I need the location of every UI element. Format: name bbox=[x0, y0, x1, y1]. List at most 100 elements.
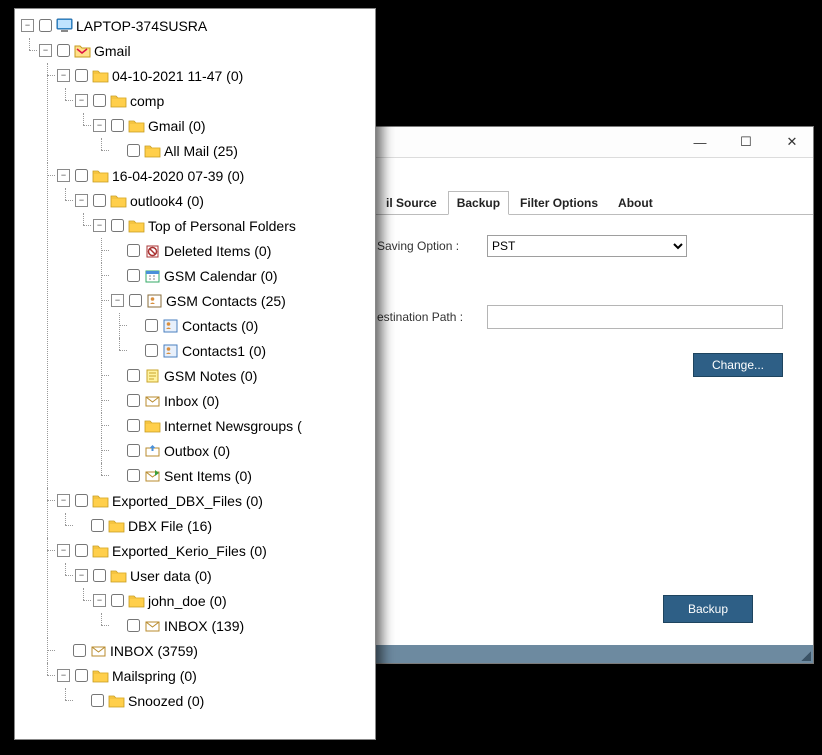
expand-toggle[interactable]: − bbox=[57, 494, 70, 507]
node-checkbox[interactable] bbox=[73, 644, 86, 657]
node-label: john_doe (0) bbox=[148, 593, 227, 609]
maximize-button[interactable]: ☐ bbox=[731, 134, 761, 150]
tab-backup[interactable]: Backup bbox=[448, 191, 509, 215]
tree-row[interactable]: All Mail (25) bbox=[111, 138, 373, 163]
node-checkbox[interactable] bbox=[111, 594, 124, 607]
expand-toggle[interactable]: − bbox=[75, 94, 88, 107]
tree-row[interactable]: −16-04-2020 07-39 (0) bbox=[57, 163, 373, 188]
inbox-icon bbox=[144, 618, 161, 633]
tree-node: −04-10-2021 11-47 (0)−comp−Gmail (0)All … bbox=[57, 63, 373, 163]
tree-node: INBOX (3759) bbox=[57, 638, 373, 663]
outbox-icon bbox=[144, 443, 161, 458]
tree-row[interactable]: −Exported_DBX_Files (0) bbox=[57, 488, 373, 513]
tree-row[interactable]: −Top of Personal Folders bbox=[93, 213, 373, 238]
tree-row[interactable]: − Gmail (0) bbox=[93, 113, 373, 138]
node-checkbox[interactable] bbox=[39, 19, 52, 32]
tree-node: Outbox (0) bbox=[111, 438, 373, 463]
expand-toggle[interactable]: − bbox=[57, 669, 70, 682]
node-checkbox[interactable] bbox=[127, 394, 140, 407]
node-label: GSM Calendar (0) bbox=[164, 268, 278, 284]
expand-toggle[interactable]: − bbox=[39, 44, 52, 57]
tree-node: INBOX (139) bbox=[111, 613, 373, 638]
expand-toggle[interactable]: − bbox=[57, 69, 70, 82]
tree-row[interactable]: −Gmail bbox=[39, 38, 373, 63]
node-checkbox[interactable] bbox=[127, 444, 140, 457]
node-checkbox[interactable] bbox=[75, 69, 88, 82]
node-checkbox[interactable] bbox=[127, 419, 140, 432]
tree-row[interactable]: INBOX (139) bbox=[111, 613, 373, 638]
node-checkbox[interactable] bbox=[127, 369, 140, 382]
node-checkbox[interactable] bbox=[75, 544, 88, 557]
resize-grip-icon[interactable] bbox=[799, 649, 811, 661]
tab-filter-options[interactable]: Filter Options bbox=[511, 191, 607, 214]
tree-row[interactable]: Contacts1 (0) bbox=[129, 338, 373, 363]
tree-row[interactable]: Outbox (0) bbox=[111, 438, 373, 463]
node-checkbox[interactable] bbox=[127, 269, 140, 282]
expand-toggle[interactable]: − bbox=[75, 194, 88, 207]
tree-row[interactable]: DBX File (16) bbox=[75, 513, 373, 538]
node-label: Gmail (0) bbox=[148, 118, 206, 134]
tree-node: −LAPTOP-374SUSRA−Gmail−04-10-2021 11-47 … bbox=[21, 13, 373, 713]
node-checkbox[interactable] bbox=[145, 344, 158, 357]
expand-toggle[interactable]: − bbox=[21, 19, 34, 32]
tree-row[interactable]: Internet Newsgroups ( bbox=[111, 413, 373, 438]
node-checkbox[interactable] bbox=[129, 294, 142, 307]
expand-toggle[interactable]: − bbox=[75, 569, 88, 582]
node-checkbox[interactable] bbox=[111, 219, 124, 232]
node-checkbox[interactable] bbox=[75, 669, 88, 682]
node-checkbox[interactable] bbox=[91, 519, 104, 532]
tree-row[interactable]: −User data (0) bbox=[75, 563, 373, 588]
saving-option-select[interactable]: PST bbox=[487, 235, 687, 257]
node-checkbox[interactable] bbox=[127, 244, 140, 257]
tree-row[interactable]: Inbox (0) bbox=[111, 388, 373, 413]
expand-toggle[interactable]: − bbox=[111, 294, 124, 307]
expand-toggle[interactable]: − bbox=[93, 119, 106, 132]
node-checkbox[interactable] bbox=[93, 194, 106, 207]
backup-button[interactable]: Backup bbox=[663, 595, 753, 623]
tab-about[interactable]: About bbox=[609, 191, 662, 214]
tree-row[interactable]: Contacts (0) bbox=[129, 313, 373, 338]
contact-icon bbox=[162, 343, 179, 358]
destination-path-input[interactable] bbox=[487, 305, 783, 329]
node-checkbox[interactable] bbox=[75, 494, 88, 507]
node-checkbox[interactable] bbox=[127, 619, 140, 632]
expand-toggle[interactable]: − bbox=[93, 594, 106, 607]
tree-row[interactable]: −Mailspring (0) bbox=[57, 663, 373, 688]
tree-row[interactable]: −outlook4 (0) bbox=[75, 188, 373, 213]
node-checkbox[interactable] bbox=[145, 319, 158, 332]
tree-row[interactable]: − john_doe (0) bbox=[93, 588, 373, 613]
tree-node: −GSM Contacts (25)Contacts (0)Contacts1 … bbox=[111, 288, 373, 363]
tree-row[interactable]: Deleted Items (0) bbox=[111, 238, 373, 263]
expand-toggle[interactable]: − bbox=[93, 219, 106, 232]
minimize-button[interactable]: — bbox=[685, 135, 715, 150]
tree-row[interactable]: INBOX (3759) bbox=[57, 638, 373, 663]
tree-row[interactable]: −GSM Contacts (25) bbox=[111, 288, 373, 313]
expand-spacer bbox=[75, 520, 86, 531]
node-checkbox[interactable] bbox=[75, 169, 88, 182]
expand-toggle[interactable]: − bbox=[57, 544, 70, 557]
node-checkbox[interactable] bbox=[91, 694, 104, 707]
tree-row[interactable]: −LAPTOP-374SUSRA bbox=[21, 13, 373, 38]
tree-row[interactable]: −04-10-2021 11-47 (0) bbox=[57, 63, 373, 88]
node-checkbox[interactable] bbox=[111, 119, 124, 132]
tree-row[interactable]: GSM Calendar (0) bbox=[111, 263, 373, 288]
tree-node: GSM Notes (0) bbox=[111, 363, 373, 388]
tree-row[interactable]: − Exported_Kerio_Files (0) bbox=[57, 538, 373, 563]
tree-row[interactable]: Sent Items (0) bbox=[111, 463, 373, 488]
tree-row[interactable]: −comp bbox=[75, 88, 373, 113]
node-checkbox[interactable] bbox=[127, 144, 140, 157]
change-button[interactable]: Change... bbox=[693, 353, 783, 377]
close-button[interactable]: ✕ bbox=[777, 134, 807, 150]
node-checkbox[interactable] bbox=[57, 44, 70, 57]
expand-spacer bbox=[111, 270, 122, 281]
gmail-icon bbox=[74, 43, 91, 58]
tab-mail-source[interactable]: il Source bbox=[377, 191, 446, 214]
node-checkbox[interactable] bbox=[93, 569, 106, 582]
tree-row[interactable]: GSM Notes (0) bbox=[111, 363, 373, 388]
tree-node: Inbox (0) bbox=[111, 388, 373, 413]
node-checkbox[interactable] bbox=[127, 469, 140, 482]
node-checkbox[interactable] bbox=[93, 94, 106, 107]
expand-toggle[interactable]: − bbox=[57, 169, 70, 182]
tree-row[interactable]: Snoozed (0) bbox=[75, 688, 373, 713]
node-label: Exported_Kerio_Files (0) bbox=[112, 543, 267, 559]
